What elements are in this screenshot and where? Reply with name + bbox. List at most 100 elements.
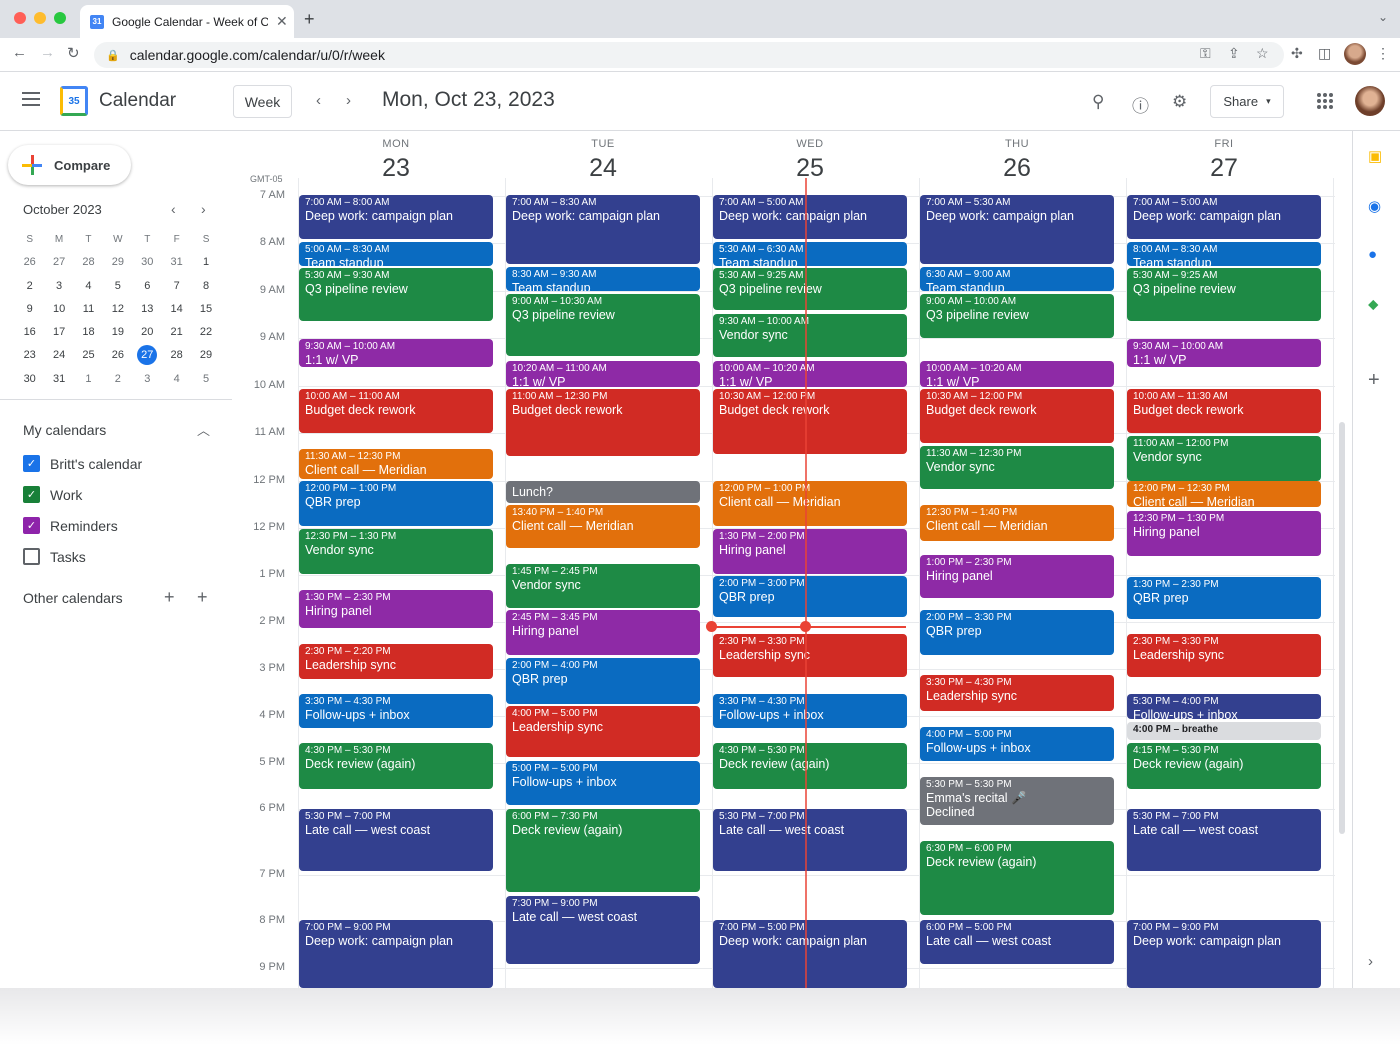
event-chip[interactable]: 6:00 PM – 5:00 PM Late call — west coast (920, 920, 1114, 964)
mini-calendar-day[interactable]: 24 (44, 344, 73, 367)
apps-grid-icon[interactable] (1317, 93, 1333, 109)
event-chip[interactable]: 5:30 AM – 9:25 AM Q3 pipeline review (1127, 268, 1321, 321)
close-tab-icon[interactable]: ✕ (276, 13, 294, 30)
browser-profile-avatar[interactable] (1344, 43, 1366, 65)
event-chip[interactable]: 11:00 AM – 12:30 PM Budget deck rework (506, 389, 700, 456)
event-chip[interactable]: 11:30 AM – 12:30 PM Client call — Meridia… (299, 449, 493, 479)
close-window-icon[interactable] (14, 12, 26, 24)
account-avatar[interactable] (1355, 86, 1385, 116)
day-number[interactable]: 24 (500, 154, 706, 183)
mini-calendar-day[interactable]: 14 (162, 298, 191, 321)
event-chip[interactable]: 12:00 PM – 1:00 PM QBR prep (299, 481, 493, 526)
mini-calendar-day[interactable]: 2 (103, 368, 132, 391)
event-chip[interactable]: 10:00 AM – 10:20 AM 1:1 w/ VP (920, 361, 1114, 387)
event-chip[interactable]: 6:30 PM – 6:00 PM Deck review (again) (920, 841, 1114, 915)
event-chip[interactable]: 5:00 AM – 8:30 AM Team standup (299, 242, 493, 266)
event-chip[interactable]: 7:00 AM – 5:00 AM Deep work: campaign pla… (1127, 195, 1321, 239)
day-header[interactable]: MON 23 (293, 138, 499, 183)
event-chip[interactable]: 10:00 AM – 10:20 AM 1:1 w/ VP (713, 361, 907, 387)
day-header[interactable]: TUE 24 (500, 138, 706, 183)
share-page-icon[interactable]: ⇪ (1228, 45, 1240, 62)
keep-notes-icon[interactable]: ▣ (1368, 147, 1382, 165)
calendar-list-item[interactable]: ✓ Reminders (23, 517, 118, 534)
mini-calendar-day[interactable]: 29 (191, 344, 220, 367)
event-chip[interactable]: 2:00 PM – 4:00 PM QBR prep (506, 658, 700, 704)
mini-calendar-day[interactable]: 13 (133, 298, 162, 321)
event-chip[interactable]: 12:30 PM – 1:30 PM Hiring panel (1127, 511, 1321, 556)
day-header[interactable]: THU 26 (914, 138, 1120, 183)
event-chip[interactable]: 9:30 AM – 10:00 AM Vendor sync (713, 314, 907, 357)
event-chip[interactable]: 2:30 PM – 2:20 PM Leadership sync (299, 644, 493, 679)
event-chip[interactable]: 2:30 PM – 3:30 PM Leadership sync (1127, 634, 1321, 677)
event-chip[interactable]: 5:30 PM – 7:00 PM Late call — west coast (1127, 809, 1321, 871)
side-panel-icon[interactable]: ◫ (1318, 45, 1331, 62)
forward-icon[interactable]: → (40, 44, 55, 61)
event-chip[interactable]: 5:30 PM – 7:00 PM Late call — west coast (713, 809, 907, 871)
contacts-icon[interactable]: ● (1368, 246, 1377, 263)
event-chip[interactable]: 1:00 PM – 2:30 PM Hiring panel (920, 555, 1114, 598)
event-chip[interactable]: 3:30 PM – 4:30 PM Follow-ups + inbox (299, 694, 493, 728)
mini-calendar-day[interactable]: 8 (191, 275, 220, 298)
calendar-list-item[interactable]: ✓ Britt's calendar (23, 455, 142, 472)
mini-calendar-day[interactable]: 1 (74, 368, 103, 391)
mini-calendar-day[interactable]: 2 (15, 275, 44, 298)
event-chip[interactable]: 12:00 PM – 12:30 PM Client call — Meridia… (1127, 481, 1321, 507)
event-chip[interactable]: 4:30 PM – 5:30 PM Deck review (again) (299, 743, 493, 789)
mini-calendar-day[interactable]: 25 (74, 344, 103, 367)
next-week-icon[interactable]: › (346, 92, 351, 109)
event-chip[interactable]: 11:00 AM – 12:00 PM Vendor sync (1127, 436, 1321, 481)
event-chip[interactable]: 9:00 AM – 10:30 AM Q3 pipeline review (506, 294, 700, 356)
event-chip[interactable]: 2:00 PM – 3:30 PM QBR prep (920, 610, 1114, 655)
event-chip[interactable]: 5:00 PM – 5:00 PM Follow-ups + inbox (506, 761, 700, 805)
mini-calendar-day[interactable]: 7 (162, 275, 191, 298)
event-chip[interactable]: 12:00 PM – 1:00 PM Client call — Meridian (713, 481, 907, 526)
reload-icon[interactable]: ↻ (67, 44, 80, 62)
share-button[interactable]: Share ▾ (1210, 85, 1284, 118)
tasks-icon[interactable]: ◉ (1368, 197, 1381, 215)
maps-pin-icon[interactable]: ⬥ (1368, 296, 1379, 313)
mini-calendar-day[interactable]: 31 (162, 251, 191, 274)
event-chip[interactable]: 7:00 PM – 9:00 PM Deep work: campaign pla… (1127, 920, 1321, 988)
event-chip[interactable]: 7:00 PM – 5:00 PM Deep work: campaign pla… (713, 920, 907, 988)
mini-calendar-day[interactable]: 27 (133, 344, 162, 367)
event-chip[interactable]: 13:40 PM – 1:40 PM Client call — Meridian (506, 505, 700, 548)
grid-scrollbar[interactable] (1339, 422, 1345, 834)
event-chip[interactable]: 10:00 AM – 11:00 AM Budget deck rework (299, 389, 493, 433)
event-chip[interactable]: 6:00 PM – 7:30 PM Deck review (again) (506, 809, 700, 892)
previous-week-icon[interactable]: ‹ (316, 92, 321, 109)
event-chip[interactable]: 12:30 PM – 1:40 PM Client call — Meridian (920, 505, 1114, 541)
mini-calendar-day[interactable]: 9 (15, 298, 44, 321)
event-chip[interactable]: 10:20 AM – 11:00 AM 1:1 w/ VP (506, 361, 700, 387)
event-chip[interactable]: 10:30 AM – 12:00 PM Budget deck rework (920, 389, 1114, 443)
event-chip[interactable]: 5:30 PM – 5:30 PM Emma's recital 🎤 Decline… (920, 777, 1114, 825)
event-chip[interactable]: 3:30 PM – 4:30 PM Follow-ups + inbox (713, 694, 907, 728)
mini-prev-month-icon[interactable]: ‹ (171, 201, 176, 217)
mini-calendar-day[interactable]: 26 (15, 251, 44, 274)
mini-calendar-day[interactable]: 28 (74, 251, 103, 274)
event-chip[interactable]: 2:00 PM – 3:00 PM QBR prep (713, 576, 907, 617)
day-number[interactable]: 25 (707, 154, 913, 183)
mini-calendar-day[interactable]: 4 (74, 275, 103, 298)
back-icon[interactable]: ← (12, 44, 27, 61)
tab-list-chevron-icon[interactable]: ⌄ (1378, 10, 1388, 24)
mini-calendar-day[interactable]: 30 (15, 368, 44, 391)
checkbox-checked-icon[interactable]: ✓ (23, 517, 40, 534)
day-number[interactable]: 26 (914, 154, 1120, 183)
event-chip[interactable]: 4:00 PM – 5:00 PM Leadership sync (506, 706, 700, 757)
browser-menu-icon[interactable]: ⋮ (1376, 45, 1390, 62)
mini-calendar-day[interactable]: 4 (162, 368, 191, 391)
mini-next-month-icon[interactable]: › (201, 201, 206, 217)
event-chip[interactable]: 4:15 PM – 5:30 PM Deck review (again) (1127, 743, 1321, 789)
expand-panel-chevron-icon[interactable]: › (1368, 953, 1373, 970)
checkbox-unchecked-icon[interactable] (23, 548, 40, 565)
mini-calendar-day[interactable]: 23 (15, 344, 44, 367)
event-chip[interactable]: 1:30 PM – 2:00 PM Hiring panel (713, 529, 907, 574)
mini-calendar-day[interactable]: 5 (103, 275, 132, 298)
event-chip[interactable]: 2:45 PM – 3:45 PM Hiring panel (506, 610, 700, 655)
event-chip[interactable]: 9:30 AM – 10:00 AM 1:1 w/ VP (1127, 339, 1321, 367)
add-calendar-icon[interactable]: + (197, 587, 208, 608)
checkbox-checked-icon[interactable]: ✓ (23, 455, 40, 472)
settings-gear-icon[interactable]: ⚙ (1172, 92, 1187, 112)
new-tab-icon[interactable]: + (304, 9, 315, 30)
help-icon[interactable]: ⓘ (1132, 92, 1149, 117)
